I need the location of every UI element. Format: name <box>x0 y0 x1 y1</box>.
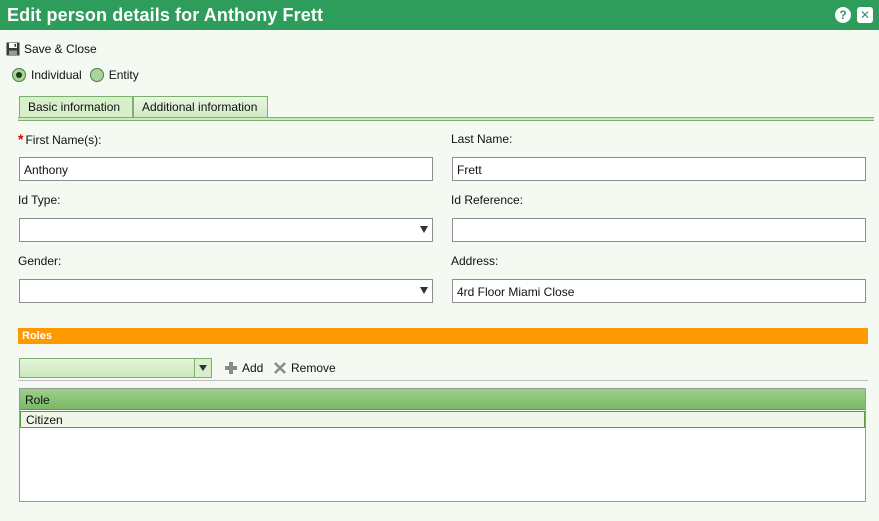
roles-section-header: Roles <box>18 328 868 344</box>
plus-icon <box>225 362 237 374</box>
help-icon[interactable]: ? <box>835 7 851 23</box>
radio-individual[interactable] <box>12 68 26 82</box>
id-reference-label: Id Reference: <box>451 193 524 207</box>
gender-label: Gender: <box>18 254 62 268</box>
id-type-label: Id Type: <box>18 193 61 207</box>
chevron-down-icon <box>199 365 207 371</box>
first-name-input[interactable]: Anthony <box>19 157 433 181</box>
gender-select[interactable] <box>19 279 433 303</box>
window-titlebar: Edit person details for Anthony Frett ? … <box>0 0 879 30</box>
remove-role-button[interactable]: Remove <box>273 361 336 375</box>
radio-entity-label[interactable]: Entity <box>109 68 139 82</box>
roles-table: Role Citizen <box>19 388 866 502</box>
last-name-input[interactable]: Frett <box>452 157 866 181</box>
first-name-label: First Name(s): <box>25 133 102 147</box>
first-name-label-wrap: * First Name(s): <box>18 131 101 147</box>
address-input[interactable]: 4rd Floor Miami Close <box>452 279 866 303</box>
window-title: Edit person details for Anthony Frett <box>7 5 324 25</box>
floppy-disk-icon <box>6 42 20 56</box>
tab-additional-information[interactable]: Additional information <box>133 96 268 118</box>
close-icon[interactable]: ✕ <box>857 7 873 23</box>
save-close-label: Save & Close <box>24 42 97 56</box>
remove-x-icon <box>274 362 286 374</box>
table-row[interactable]: Citizen <box>20 411 865 428</box>
roles-select-arrow-box[interactable] <box>194 359 211 377</box>
roles-table-header-role[interactable]: Role <box>20 389 865 410</box>
tab-basic-information[interactable]: Basic information <box>19 96 133 118</box>
id-type-select[interactable] <box>19 218 433 242</box>
add-role-label: Add <box>242 361 264 375</box>
required-marker: * <box>18 131 24 147</box>
add-role-button[interactable]: Add <box>224 361 263 375</box>
remove-role-label: Remove <box>291 361 336 375</box>
radio-individual-label[interactable]: Individual <box>31 68 82 82</box>
address-label: Address: <box>451 254 499 268</box>
roles-select[interactable] <box>19 358 212 378</box>
chevron-down-icon <box>420 226 428 233</box>
last-name-label: Last Name: <box>451 132 513 146</box>
id-reference-input[interactable] <box>452 218 866 242</box>
tab-underline <box>18 117 874 121</box>
save-close-button[interactable]: Save & Close <box>6 41 97 57</box>
roles-toolbar-divider <box>18 380 868 381</box>
radio-entity[interactable] <box>89 68 104 82</box>
chevron-down-icon <box>420 287 428 294</box>
entity-type-radio-group: Individual Entity <box>12 68 147 82</box>
